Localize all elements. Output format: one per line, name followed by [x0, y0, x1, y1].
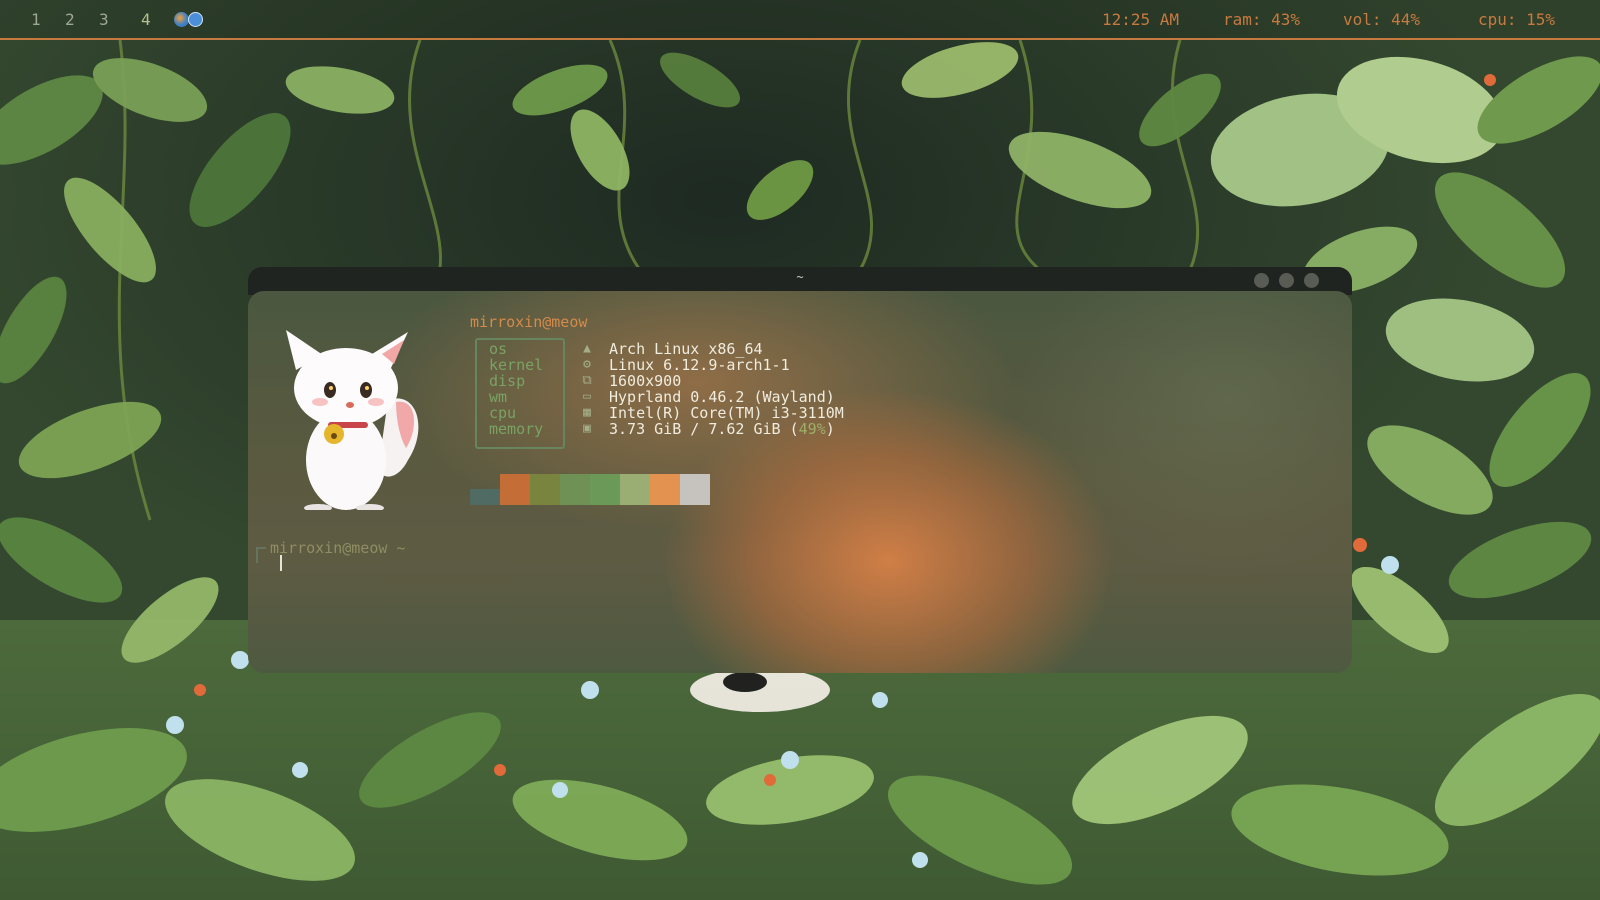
network-globe-icon[interactable] [174, 12, 189, 27]
palette-swatch [560, 474, 590, 505]
memory-icon: ▣ [583, 421, 591, 436]
clock: 12:25 AM [1102, 10, 1180, 29]
close-icon[interactable] [1304, 273, 1319, 288]
palette-swatch [590, 474, 620, 505]
memory-suffix: ) [825, 420, 835, 438]
volume-level[interactable]: vol: 44% [1343, 10, 1420, 29]
window-icon: ▭ [583, 389, 591, 404]
palette-swatch [680, 474, 710, 505]
memory-usage-text: 3.73 GiB / 7.62 GiB ( [609, 420, 799, 438]
window-title: ~ [796, 270, 804, 284]
display-icon: ⧉ [582, 373, 592, 388]
palette-swatch [620, 474, 650, 505]
messaging-app-icon[interactable] [188, 12, 203, 27]
workspace-3-button[interactable]: 3 [99, 10, 109, 29]
minimize-icon[interactable] [1254, 273, 1269, 288]
text-cursor[interactable] [280, 555, 282, 571]
cpu-usage: cpu: 15% [1478, 10, 1556, 29]
palette-swatch [470, 489, 500, 505]
gear-icon: ⚙ [583, 357, 591, 372]
ram-usage: ram: 43% [1223, 10, 1301, 29]
fetch-user-host: mirroxin@meow [470, 313, 588, 331]
system-tray [174, 11, 206, 29]
workspace-1-button[interactable]: 1 [31, 10, 41, 29]
workspace-2-button[interactable]: 2 [65, 10, 75, 29]
palette-swatch [530, 474, 560, 505]
top-bar: 1 2 3 4 12:25 AM ram: 43% vol: 44% cpu: … [0, 0, 1600, 40]
cat-avatar-image [286, 330, 419, 510]
palette-swatch [500, 474, 530, 505]
color-palette [470, 474, 710, 505]
arch-logo-icon: ▲ [583, 341, 591, 356]
chip-icon: ▦ [583, 405, 591, 420]
fetch-value-memory: 3.73 GiB / 7.62 GiB (49%) [609, 420, 835, 438]
prompt-bracket [256, 547, 266, 563]
shell-prompt: mirroxin@meow ~ [270, 539, 406, 557]
memory-percent: 49% [798, 420, 826, 438]
fetch-key-memory: memory [489, 420, 544, 438]
palette-swatch [650, 474, 680, 505]
workspace-4-button[interactable]: 4 [141, 10, 151, 29]
maximize-icon[interactable] [1279, 273, 1294, 288]
